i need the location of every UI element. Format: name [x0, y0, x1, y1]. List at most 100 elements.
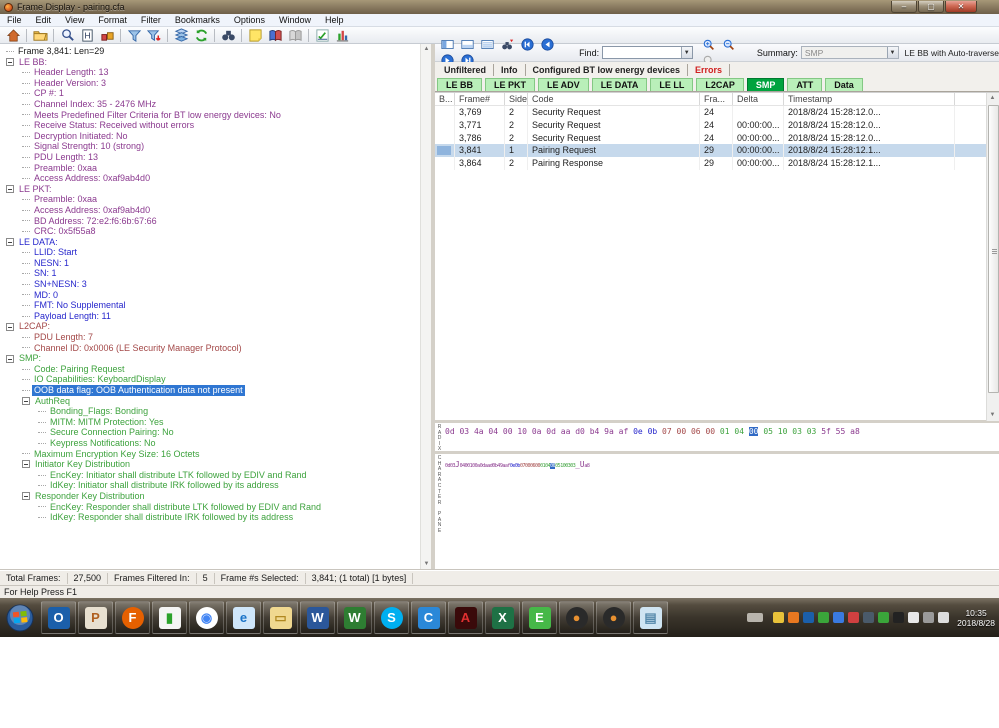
collapse-icon[interactable]	[22, 460, 30, 469]
column-header[interactable]: B...	[435, 93, 455, 105]
scrollbar-thumb[interactable]	[988, 105, 999, 393]
hex-byte[interactable]: 06	[691, 427, 701, 436]
tree-node[interactable]: Keypress Notifications: No	[6, 438, 431, 449]
decoder-book-icon[interactable]	[266, 27, 284, 43]
protocol-tab-le-bb[interactable]: LE BB	[437, 78, 482, 91]
tree-node[interactable]: Meets Predefined Filter Criteria for BT …	[6, 110, 431, 121]
network-tray-icon[interactable]	[923, 612, 935, 623]
find-combobox[interactable]: ▼	[602, 46, 693, 59]
filter-tab-info[interactable]: Info	[494, 64, 526, 76]
green-globe-tray-icon[interactable]	[818, 612, 830, 623]
tree-node[interactable]: FMT: No Supplemental	[6, 300, 431, 311]
zoom-icon[interactable]	[58, 27, 76, 43]
taskbar-app-comprobe-2[interactable]: ●	[596, 601, 631, 634]
hex-byte[interactable]: 0a	[532, 427, 542, 436]
tree-node[interactable]: Header Length: 13	[6, 67, 431, 78]
tree-node[interactable]: Frame 3,841: Len=29	[6, 46, 431, 57]
outlook-tray-tray-icon[interactable]	[803, 612, 815, 623]
decoder-book-disabled-icon[interactable]	[286, 27, 304, 43]
table-row[interactable]: 3,771 2 Security Request 24 00:00:00... 2018/…	[435, 118, 999, 132]
char-byte[interactable]: a8	[584, 463, 590, 469]
dish-tray-icon[interactable]	[893, 612, 905, 623]
tree-node[interactable]: LE PKT:	[6, 184, 431, 195]
hex-byte[interactable]: 00	[748, 427, 759, 436]
scroll-up-icon[interactable]: ▲	[987, 93, 998, 104]
hex-byte[interactable]: 03	[459, 427, 469, 436]
tree-node[interactable]: Access Address: 0xaf9ab4d0	[6, 173, 431, 184]
tree-node[interactable]: IdKey: Responder shall distribute IRK fo…	[6, 512, 431, 523]
hex-byte[interactable]: 0d	[546, 427, 556, 436]
nav-first-icon[interactable]	[518, 36, 536, 52]
table-row[interactable]: 3,786 2 Security Request 24 00:00:00... 2018/…	[435, 131, 999, 145]
column-header[interactable]: Timestamp	[784, 93, 955, 105]
collapse-icon[interactable]	[6, 354, 14, 363]
hex-bytes[interactable]: 0d 03 4a 04 00 10 0a 0d aa d0 b4 9a af 0…	[445, 427, 860, 436]
find-frame-binoculars-icon[interactable]	[498, 36, 516, 52]
taskbar-app-chrome[interactable]: ◉	[189, 601, 224, 634]
tree-node[interactable]: Secure Connection Pairing: No	[6, 427, 431, 438]
menu-filter[interactable]: Filter	[134, 15, 168, 25]
tree-node[interactable]: Receive Status: Received without errors	[6, 120, 431, 131]
zoom-out-icon[interactable]	[720, 36, 738, 52]
tree-node[interactable]: IO Capabilities: KeyboardDisplay	[6, 374, 431, 385]
taskbar-app-capture-chart[interactable]: ▮	[152, 601, 187, 634]
tree-node[interactable]: OOB data flag: OOB Authentication data n…	[6, 385, 431, 396]
tree-node[interactable]: Signal Strength: 10 (strong)	[6, 141, 431, 152]
menu-edit[interactable]: Edit	[29, 15, 59, 25]
column-header[interactable]: Delta	[733, 93, 784, 105]
tree-node[interactable]: Preamble: 0xaa	[6, 163, 431, 174]
tree-node[interactable]: BD Address: 72:e2:f6:6b:67:66	[6, 216, 431, 227]
refresh-icon[interactable]	[192, 27, 210, 43]
protocol-tab-att[interactable]: ATT	[787, 78, 823, 91]
collapse-icon[interactable]	[22, 396, 30, 405]
table-row[interactable]: 3,864 2 Pairing Response 29 00:00:00... 2018/…	[435, 157, 999, 170]
tree-node[interactable]: Code: Pairing Request	[6, 364, 431, 375]
tree-node[interactable]: Decryption Initiated: No	[6, 131, 431, 142]
collapse-icon[interactable]	[6, 57, 14, 66]
tree-node[interactable]: MITM: MITM Protection: Yes	[6, 417, 431, 428]
signal-display-icon[interactable]	[313, 27, 331, 43]
hex-byte[interactable]: 10	[778, 427, 788, 436]
protocol-tab-le-adv[interactable]: LE ADV	[538, 78, 589, 91]
tree-node[interactable]: Bonding_Flags: Bonding	[6, 406, 431, 417]
taskbar-app-excel[interactable]: X	[485, 601, 520, 634]
duplicate-display-icon[interactable]	[172, 27, 190, 43]
hex-byte[interactable]: 55	[836, 427, 846, 436]
taskbar-app-evernote[interactable]: E	[522, 601, 557, 634]
column-header[interactable]: Fra...	[700, 93, 733, 105]
filter-tab-configured-bt-low-energy-devices[interactable]: Configured BT low energy devices	[526, 64, 689, 76]
protocol-tab-data[interactable]: Data	[825, 78, 863, 91]
tree-node[interactable]: Maximum Encryption Key Size: 16 Octets	[6, 449, 431, 460]
tree-node[interactable]: Initiator Key Distribution	[6, 459, 431, 470]
taskbar-app-firefox[interactable]: F	[115, 601, 150, 634]
hex-byte[interactable]: af	[619, 427, 629, 436]
hex-byte[interactable]: a8	[850, 427, 860, 436]
clipboard-tray-icon[interactable]	[908, 612, 920, 623]
collapse-icon[interactable]	[6, 185, 14, 194]
hex-byte[interactable]: 5f	[821, 427, 831, 436]
tree-node[interactable]: Payload Length: 11	[6, 311, 431, 322]
taskbar-clock[interactable]: 10:35 2018/8/28	[957, 608, 995, 628]
hex-byte[interactable]: 05	[763, 427, 773, 436]
taskbar-app-wps[interactable]: W	[337, 601, 372, 634]
tree-node[interactable]: Access Address: 0xaf9ab4d0	[6, 205, 431, 216]
hex-byte[interactable]: 0d	[445, 427, 455, 436]
taskbar-app-acrobat[interactable]: A	[448, 601, 483, 634]
hex-byte[interactable]: 03	[807, 427, 817, 436]
menu-window[interactable]: Window	[272, 15, 318, 25]
tree-node[interactable]: CP #: 1	[6, 88, 431, 99]
speaker-tray-icon[interactable]	[938, 612, 950, 623]
hex-byte[interactable]: 07	[662, 427, 672, 436]
hex-byte[interactable]: 00	[677, 427, 687, 436]
hex-byte[interactable]: 4a	[474, 427, 484, 436]
tree-node[interactable]: CRC: 0x5f55a8	[6, 226, 431, 237]
summary-dropdown[interactable]: SMP ▼	[800, 46, 899, 59]
hex-byte[interactable]: d0	[575, 427, 585, 436]
taskbar-app-communicator[interactable]: C	[411, 601, 446, 634]
protocol-tab-l2cap[interactable]: L2CAP	[696, 78, 744, 91]
menu-format[interactable]: Format	[91, 15, 134, 25]
tree-node[interactable]: IdKey: Initiator shall distribute IRK fo…	[6, 480, 431, 491]
table-row[interactable]: 3,769 2 Security Request 24 2018/8/24 15:28:…	[435, 106, 999, 119]
green-box-tray-icon[interactable]	[878, 612, 890, 623]
protocol-tab-le-ll[interactable]: LE LL	[650, 78, 694, 91]
